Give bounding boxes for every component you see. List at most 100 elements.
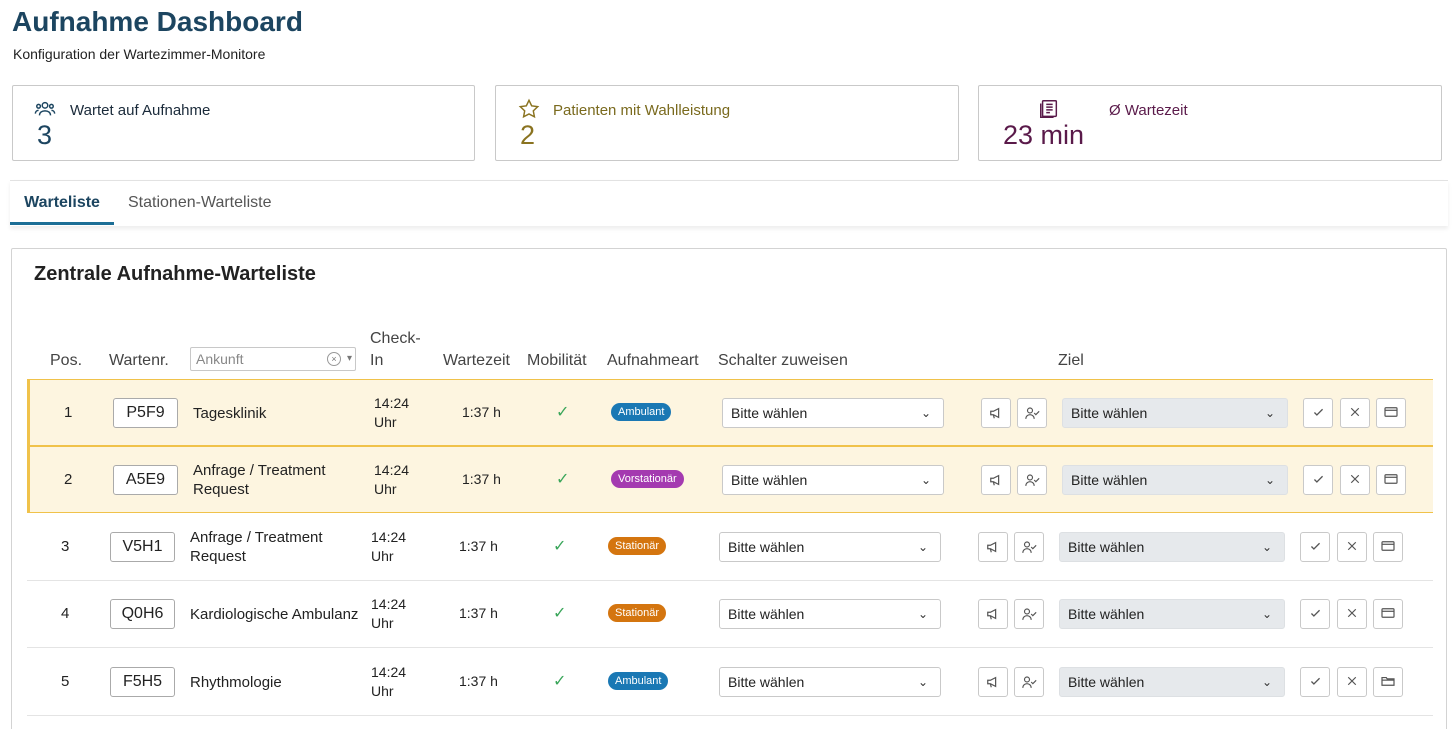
assign-counter-value: Bitte wählen [731,472,808,488]
tab-warteliste[interactable]: Warteliste [10,181,114,225]
check-icon [1310,677,1320,685]
wait-time: 1:37 h [462,404,501,420]
card-button[interactable] [1373,532,1403,562]
chevron-down-icon: ⌄ [917,540,928,554]
call-patient-button[interactable] [981,398,1011,428]
assign-counter-select[interactable]: Bitte wählen ⌄ [722,398,944,428]
chevron-down-icon: ⌄ [917,675,928,689]
assign-counter-select[interactable]: Bitte wählen ⌄ [722,465,944,495]
confirm-button[interactable] [1303,465,1333,495]
mobility-check-icon: ✓ [556,404,570,421]
ticket-number: V5H1 [110,532,175,562]
admission-type-badge: Vorstationär [611,470,684,488]
megaphone-icon [990,407,1000,419]
checkin-time-line1: 14:24 [374,395,410,411]
target-select[interactable]: Bitte wählen ⌄ [1059,599,1285,629]
user-check-icon [1024,474,1040,486]
close-icon [1347,676,1357,686]
table-row[interactable]: 4 Q0H6 Kardiologische Ambulanz 14:24 Uhr … [27,581,1433,648]
remove-button[interactable] [1337,532,1367,562]
remove-button[interactable] [1337,667,1367,697]
column-header-mobility: Mobilität [527,352,587,369]
table-row[interactable]: 1 P5F9 Tagesklinik 14:24 Uhr 1:37 h ✓ Amb… [27,379,1433,446]
target-select[interactable]: Bitte wählen ⌄ [1059,532,1285,562]
call-patient-button[interactable] [978,599,1008,629]
assign-counter-value: Bitte wählen [728,674,805,690]
checkin-time-line2: Uhr [371,615,394,631]
confirm-button[interactable] [1300,599,1330,629]
arrival-filter-placeholder: Ankunft [196,351,244,367]
mobility-check-icon: ✓ [553,673,567,690]
chevron-down-icon: ▾ [346,353,352,364]
admission-type-badge: Ambulant [611,403,672,421]
card-button[interactable] [1373,599,1403,629]
megaphone-icon [990,474,1000,486]
assign-staff-button[interactable] [1014,667,1044,697]
close-icon [1350,474,1360,484]
tab-stationen-warteliste[interactable]: Stationen-Warteliste [128,181,271,225]
table-row[interactable]: 3 V5H1 Anfrage / Treatment Request 14:24 U… [27,514,1433,581]
mobility-check-icon: ✓ [553,605,567,622]
remove-button[interactable] [1340,465,1370,495]
check-icon [1313,408,1323,416]
wait-time: 1:37 h [459,538,498,554]
remove-button[interactable] [1337,599,1367,629]
target-select[interactable]: Bitte wählen ⌄ [1062,398,1288,428]
book-icon [1040,100,1058,118]
call-patient-button[interactable] [978,532,1008,562]
stat-label: Ø Wartezeit [1109,102,1188,119]
check-icon [1313,475,1323,483]
clear-icon[interactable]: × [327,352,341,366]
table-row[interactable]: 2 A5E9 Anfrage / Treatment Request 14:24 U… [27,446,1433,513]
target-value: Bitte wählen [1068,674,1145,690]
wait-time: 1:37 h [462,471,501,487]
waitlist-panel: Zentrale Aufnahme-Warteliste Pos. Warten… [11,248,1447,729]
card-icon [1381,541,1395,551]
row-position: 2 [64,471,73,488]
target-select[interactable]: Bitte wählen ⌄ [1062,465,1288,495]
target-value: Bitte wählen [1068,606,1145,622]
row-position: 3 [61,538,70,555]
confirm-button[interactable] [1300,667,1330,697]
ticket-number: A5E9 [113,465,178,495]
card-icon [1381,608,1395,618]
arrival-filter-select[interactable]: Ankunft × ▾ [190,347,356,371]
assign-staff-button[interactable] [1014,599,1044,629]
department: Anfrage / Treatment Request [193,461,368,499]
assign-counter-select[interactable]: Bitte wählen ⌄ [719,667,941,697]
confirm-button[interactable] [1303,398,1333,428]
call-patient-button[interactable] [981,465,1011,495]
card-button[interactable] [1376,465,1406,495]
department-line1: Rhythmologie [190,674,282,691]
card-icon [1384,474,1398,484]
card-icon [1384,407,1398,417]
admission-type-badge: Stationär [608,537,667,555]
assign-staff-button[interactable] [1014,532,1044,562]
checkin-time: 14:24 Uhr [371,663,406,701]
table-row[interactable]: 5 F5H5 Rhythmologie 14:24 Uhr 1:37 h ✓ Am… [27,649,1433,716]
column-header-wait: Wartezeit [443,352,510,369]
call-patient-button[interactable] [978,667,1008,697]
users-icon [34,101,56,116]
target-value: Bitte wählen [1071,472,1148,488]
assign-staff-button[interactable] [1017,465,1047,495]
megaphone-icon [987,676,997,688]
confirm-button[interactable] [1300,532,1330,562]
wait-time: 1:37 h [459,605,498,621]
assign-counter-select[interactable]: Bitte wählen ⌄ [719,599,941,629]
department-line2: Request [193,481,249,498]
wait-time: 1:37 h [459,673,498,689]
card-button[interactable] [1373,667,1403,697]
card-button[interactable] [1376,398,1406,428]
department-line1: Anfrage / Treatment [193,462,326,479]
checkin-time-line1: 14:24 [371,664,407,680]
stat-card-waiting: Wartet auf Aufnahme 3 [12,85,475,161]
assign-counter-select[interactable]: Bitte wählen ⌄ [719,532,941,562]
row-position: 4 [61,605,70,622]
checkin-time-line1: 14:24 [374,462,410,478]
remove-button[interactable] [1340,398,1370,428]
assign-counter-value: Bitte wählen [731,405,808,421]
target-select[interactable]: Bitte wählen ⌄ [1059,667,1285,697]
admission-type-badge: Stationär [608,604,667,622]
assign-staff-button[interactable] [1017,398,1047,428]
